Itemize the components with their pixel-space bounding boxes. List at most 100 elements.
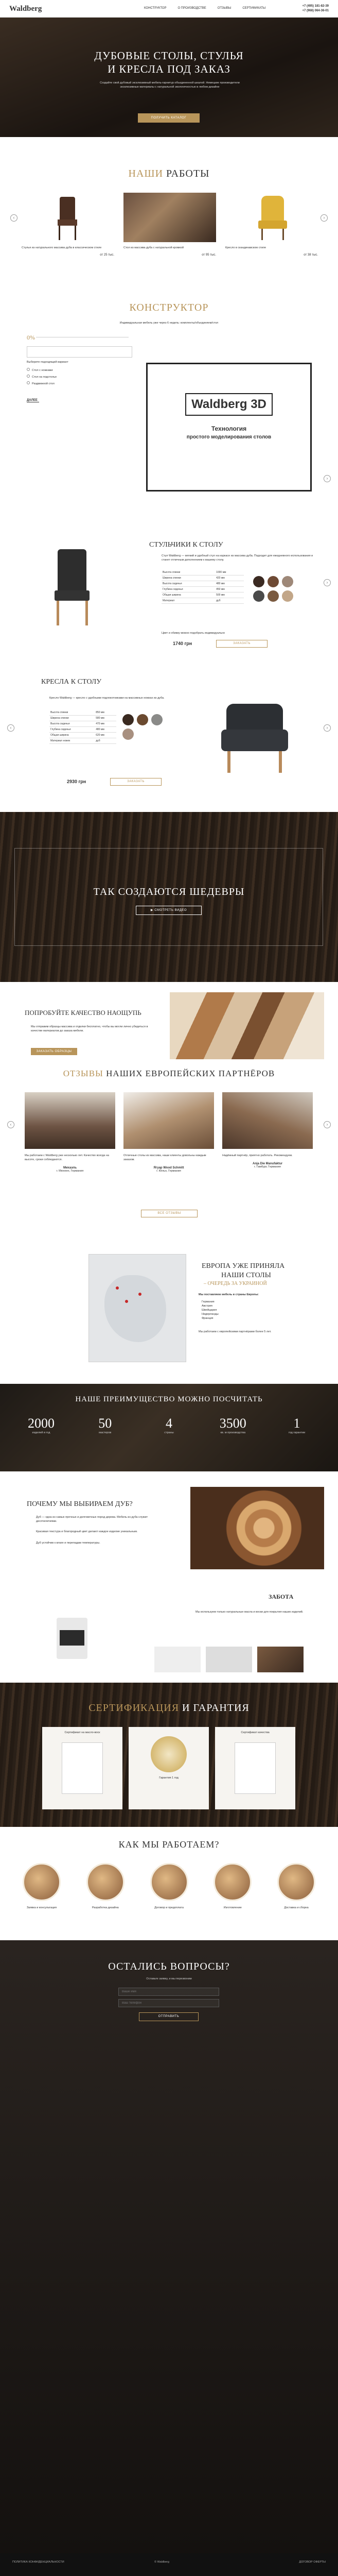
- certs-title-rest: И ГАРАНТИЯ: [179, 1702, 250, 1714]
- chairs-order-button[interactable]: ЗАКАЗАТЬ: [216, 640, 268, 648]
- nav-reviews[interactable]: ОТЗЫВЫ: [218, 7, 232, 10]
- option-1[interactable]: Стол с ножками: [27, 367, 132, 372]
- stats-row: 2000 изделий в год 50 мастеров 4 страны 350…: [15, 1416, 323, 1435]
- name-field[interactable]: [118, 1988, 219, 1996]
- catalog-button[interactable]: ПОЛУЧИТЬ КАТАЛОГ: [138, 113, 200, 123]
- footer: ПОЛИТИКА КОНФИДЕНЦИАЛЬНОСТИ © Waldberg Д…: [0, 2553, 338, 2576]
- swatch-sand[interactable]: [281, 590, 293, 602]
- armchairs-next-icon[interactable]: ›: [324, 724, 331, 732]
- review-city-3: г. Гамбург, Германия: [254, 1165, 281, 1168]
- cert-card-3[interactable]: Сертификат качества: [215, 1727, 295, 1809]
- cert-card-1[interactable]: Сертификат на масло-воск: [42, 1727, 122, 1809]
- swatch-taupe[interactable]: [281, 576, 293, 587]
- hero-title-2: И КРЕСЛА ПОД ЗАКАЗ: [108, 63, 230, 75]
- swatch-dark[interactable]: [253, 576, 264, 587]
- step-label: Договор и предоплата: [154, 1906, 184, 1909]
- step-image: [86, 1863, 124, 1901]
- spec-key: Материал: [162, 598, 216, 604]
- reviews-title: ОТЗЫВЫ НАШИХ ЕВРОПЕЙСКИХ ПАРТНЁРОВ: [0, 1069, 338, 1079]
- tech-line-1: Технология: [211, 425, 247, 432]
- work-desc-2: Стол из массива дуба с натуральной кромк…: [123, 246, 184, 249]
- phone-2[interactable]: +7 (968) 064-36-01: [302, 9, 329, 12]
- footer-offer[interactable]: ДОГОВОР ОФЕРТЫ: [299, 2561, 326, 2565]
- swatch-dark[interactable]: [122, 714, 134, 725]
- armchairs-specs: Высота спинки 850 мм Ширина спинки 580 мм …: [49, 710, 116, 744]
- review-card-2: Отличные столы из массива, наши клиенты …: [123, 1092, 214, 1174]
- armchairs-price: 2930 грн: [67, 779, 86, 784]
- spec-key: Глубина сиденья: [49, 726, 95, 733]
- table-row: Высота сиденья 480 мм: [162, 581, 244, 587]
- constructor-section: КОНСТРУКТОР Индивидуальная мебель уже че…: [0, 276, 338, 503]
- work-price-1: от 25 тыс.: [100, 253, 114, 257]
- work-card-1[interactable]: Стулья из натурального массива дуба в кл…: [22, 193, 114, 257]
- review-photo-3: [222, 1092, 313, 1149]
- watch-video-label: СМОТРЕТЬ ВИДЕО: [154, 909, 187, 912]
- footer-privacy[interactable]: ПОЛИТИКА КОНФИДЕНЦИАЛЬНОСТИ: [12, 2561, 64, 2565]
- cert-label-2: Гарантия 1 год: [159, 1776, 179, 1780]
- list-item: Франция: [202, 1316, 214, 1320]
- reviews-prev-icon[interactable]: ‹: [7, 1121, 14, 1128]
- radio-icon[interactable]: [27, 374, 30, 378]
- phone-1[interactable]: +7 (495) 181-82-39: [302, 5, 329, 8]
- option-3[interactable]: Раздвижной стол: [27, 381, 132, 385]
- oak-image: [190, 1487, 324, 1569]
- swatch-walnut[interactable]: [267, 590, 279, 602]
- chairs-footer: Цвет и обивку можно подобрать индивидуал…: [0, 632, 338, 652]
- armchairs-order-button[interactable]: ЗАКАЗАТЬ: [110, 778, 162, 786]
- armchairs-prev-icon[interactable]: ‹: [7, 724, 14, 732]
- works-next-icon[interactable]: ›: [321, 214, 328, 222]
- how-steps: Заявка и консультация Разработка дизайна…: [13, 1863, 325, 1910]
- watch-video-button[interactable]: ▶ СМОТРЕТЬ ВИДЕО: [136, 906, 202, 915]
- nav-certificates[interactable]: СЕРТИФИКАТЫ: [242, 7, 265, 10]
- option-2[interactable]: Стол на подстолье: [27, 374, 132, 379]
- cert-card-2[interactable]: Гарантия 1 год: [129, 1727, 209, 1809]
- chairs-swatches: [252, 575, 298, 604]
- swatch-brown[interactable]: [136, 714, 148, 725]
- stat-number: 1: [293, 1416, 300, 1431]
- header: Waldberg КОНСТРУКТОР О ПРОИЗВОДСТВЕ ОТЗЫ…: [0, 0, 338, 18]
- stat-5: 1 год гарантии: [271, 1416, 323, 1435]
- swatch-taupe[interactable]: [122, 728, 134, 740]
- armchairs-spec-table: Высота спинки 850 мм Ширина спинки 580 мм …: [49, 710, 116, 744]
- chairs-next-icon[interactable]: ›: [324, 579, 331, 586]
- swatch-grey[interactable]: [151, 714, 163, 725]
- phone-field[interactable]: [118, 1999, 219, 2007]
- logo[interactable]: Waldberg: [9, 5, 42, 13]
- nav-constructor[interactable]: КОНСТРУКТОР: [144, 7, 166, 10]
- nav-production[interactable]: О ПРОИЗВОДСТВЕ: [177, 7, 206, 10]
- work-card-2[interactable]: Стол из массива дуба с натуральной кромк…: [123, 193, 216, 257]
- works-title-rest: РАБОТЫ: [163, 168, 210, 179]
- oak-title: ПОЧЕМУ МЫ ВЫБИРАЕМ ДУБ?: [27, 1500, 133, 1508]
- swatch-brown[interactable]: [267, 576, 279, 587]
- works-prev-icon[interactable]: ‹: [10, 214, 17, 222]
- list-item: Нидерланды: [202, 1312, 219, 1316]
- work-price-3: от 38 тыс.: [304, 253, 318, 257]
- armchairs-title-accent: КРЕСЛА: [41, 678, 69, 686]
- spec-value: 450 мм: [215, 586, 244, 592]
- europe-title-1: ЕВРОПА УЖЕ ПРИНЯЛА: [202, 1262, 285, 1270]
- spec-key: Общая ширина: [49, 732, 95, 738]
- all-reviews-button[interactable]: ВСЕ ОТЗЫВЫ: [141, 1210, 198, 1217]
- samples-button[interactable]: ЗАКАЗАТЬ ОБРАЗЦЫ: [31, 1048, 77, 1055]
- europe-title-3: – ОЧЕРЕДЬ ЗА УКРАИНОЙ: [204, 1281, 267, 1286]
- chairs-note: Цвет и обивку можно подобрать индивидуал…: [162, 632, 225, 635]
- swatch-graphite[interactable]: [253, 590, 264, 602]
- constructor-next-icon[interactable]: ›: [324, 475, 331, 482]
- europe-map[interactable]: [88, 1254, 186, 1362]
- spec-key: Общая ширина: [162, 592, 216, 598]
- cert-label-3: Сертификат качества: [241, 1731, 270, 1734]
- spec-value: дуб: [95, 738, 116, 744]
- constructor-title: КОНСТРУКТОР: [129, 302, 209, 313]
- next-button[interactable]: ДАЛЕЕ: [27, 399, 39, 402]
- work-image-armchair: [225, 193, 318, 242]
- step-4: Изготовление: [204, 1863, 261, 1910]
- work-card-3[interactable]: Кресло в скандинавском стиле от 38 тыс.: [225, 193, 318, 257]
- spec-key: Высота сиденья: [162, 581, 216, 587]
- reviews-next-icon[interactable]: ›: [324, 1121, 331, 1128]
- radio-icon[interactable]: [27, 367, 30, 371]
- radio-icon[interactable]: [27, 381, 30, 384]
- review-photo-2: [123, 1092, 214, 1149]
- send-button[interactable]: ОТПРАВИТЬ: [139, 2012, 199, 2021]
- contact-section: ОСТАЛИСЬ ВОПРОСЫ? Оставьте заявку, и мы …: [0, 1940, 338, 2553]
- map-pin-icon: [116, 1286, 119, 1290]
